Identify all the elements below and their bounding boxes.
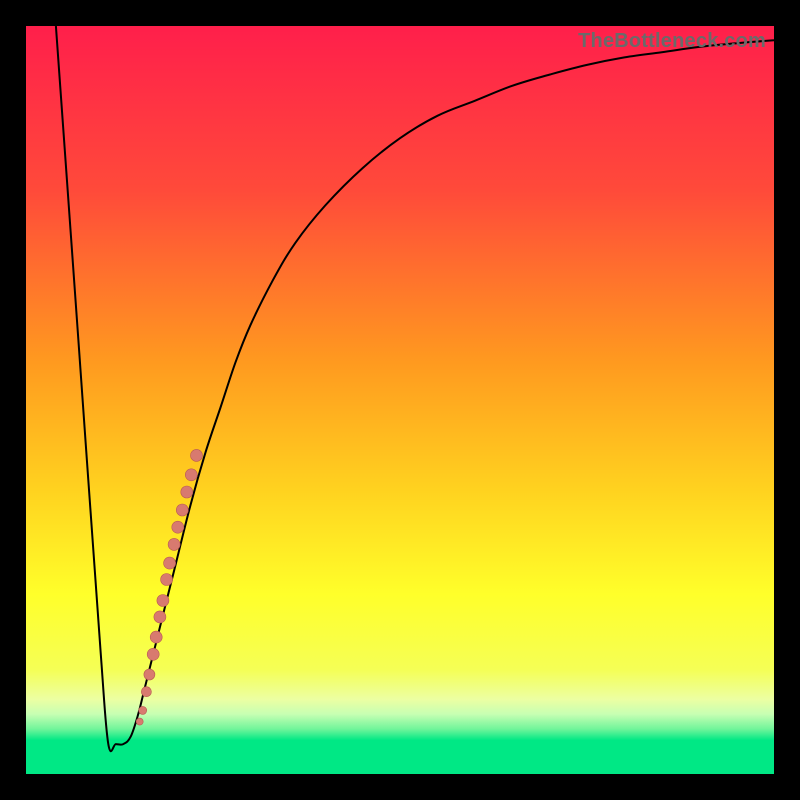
dot: [139, 706, 147, 714]
dot: [168, 538, 180, 550]
chart-svg: [26, 26, 774, 774]
dot: [157, 595, 169, 607]
bottleneck-curve: [56, 26, 774, 751]
dot: [136, 718, 143, 725]
dot: [141, 687, 151, 697]
chart-frame: TheBottleneck.com: [0, 0, 800, 800]
dot: [150, 631, 162, 643]
dot: [172, 521, 184, 533]
dot: [181, 486, 193, 498]
dot: [147, 648, 159, 660]
dot: [164, 557, 176, 569]
dot: [185, 469, 197, 481]
dot: [154, 611, 166, 623]
dot: [176, 504, 188, 516]
dot: [144, 669, 155, 680]
attribution-text: TheBottleneck.com: [578, 30, 766, 53]
dot: [161, 574, 173, 586]
plot-area: TheBottleneck.com: [26, 26, 774, 774]
dot: [191, 449, 203, 461]
